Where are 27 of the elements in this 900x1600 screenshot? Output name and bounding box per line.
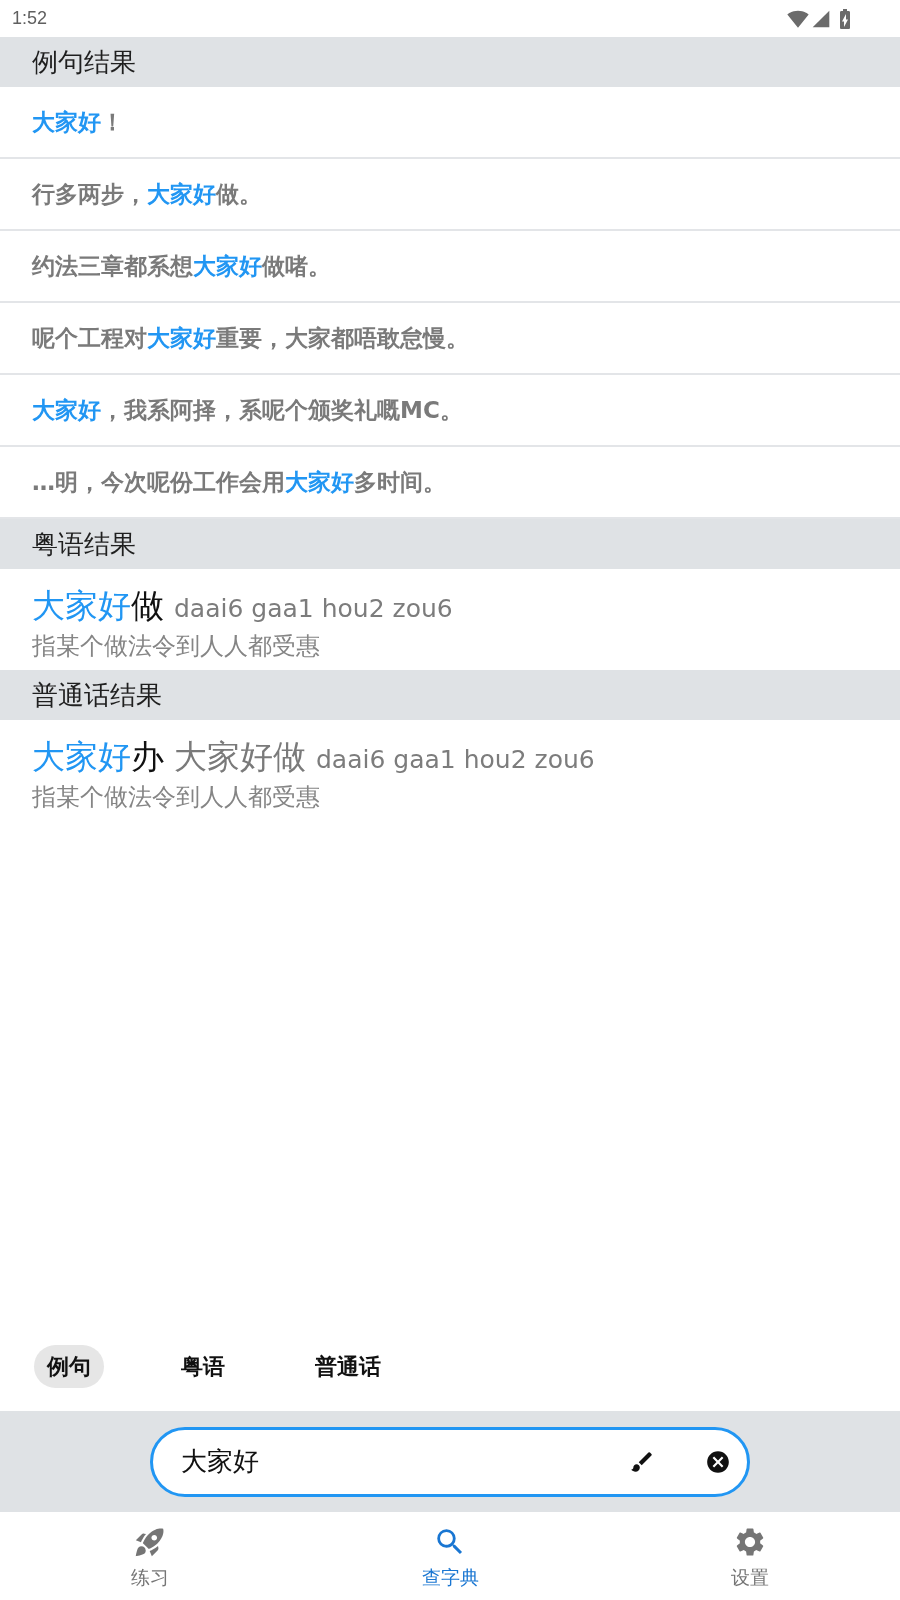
- jyutping: daai6 gaa1 hou2 zou6: [316, 745, 595, 774]
- example-sentence: 大家好！: [32, 107, 124, 137]
- example-sentence: 大家好，我系阿择，系呢个颁奖礼嘅MC。: [32, 395, 463, 425]
- example-sentence: 约法三章都系想大家好做啫。: [32, 251, 331, 281]
- status-time: 1:52: [12, 8, 48, 29]
- definition: 指某个做法令到人人都受惠: [32, 631, 321, 661]
- signal-icon: [811, 8, 831, 29]
- definition: 指某个做法令到人人都受惠: [32, 782, 321, 812]
- search-field[interactable]: 大家好: [150, 1426, 750, 1497]
- section-header: 普通话结果: [0, 670, 900, 720]
- example-sentence: 呢个工程对大家好重要，大家都唔敢怠慢。: [32, 323, 469, 353]
- example-sentence: …明，今次呢份工作会用大家好多时间。: [32, 467, 446, 497]
- section-header: 例句结果: [0, 37, 900, 87]
- clear-icon[interactable]: [705, 1448, 731, 1475]
- variant-headword: 大家好做: [174, 736, 306, 778]
- headword: 大家好做: [32, 585, 164, 627]
- nav-tab[interactable]: 设置: [600, 1512, 900, 1600]
- search-input[interactable]: 大家好: [181, 1441, 579, 1482]
- headword: 大家好办: [32, 736, 164, 778]
- filter-chip[interactable]: 普通话: [302, 1345, 394, 1388]
- jyutping: daai6 gaa1 hou2 zou6: [174, 594, 453, 623]
- example-sentence: 行多两步，大家好做。: [32, 179, 262, 209]
- nav-tab[interactable]: 练习: [0, 1512, 300, 1600]
- filter-chip[interactable]: 例句: [34, 1345, 104, 1388]
- filter-chip[interactable]: 粤语: [168, 1345, 238, 1388]
- section-header: 粤语结果: [0, 519, 900, 569]
- nav-tab[interactable]: 查字典: [300, 1512, 600, 1600]
